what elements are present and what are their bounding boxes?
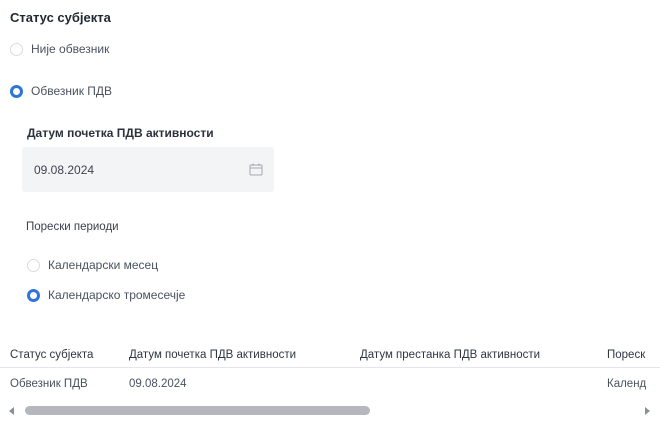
radio-calendar-month[interactable]: Календарски месец	[27, 258, 158, 272]
table-cell: Обвезник ПДВ	[10, 378, 88, 390]
column-header[interactable]: Пореск	[607, 349, 645, 361]
start-date-value: 09.08.2024	[34, 162, 95, 177]
table-cell: 09.08.2024	[129, 378, 187, 390]
radio-label: Календарски месец	[48, 258, 159, 272]
radio-circle[interactable]	[10, 42, 23, 56]
radio-circle-checked[interactable]	[10, 84, 23, 98]
column-header[interactable]: Датум почетка ПДВ активности	[129, 349, 296, 361]
section-title-subject-status: Статус субјекта	[10, 10, 111, 25]
radio-not-taxpayer[interactable]: Није обвезник	[10, 42, 109, 56]
start-date-input[interactable]: 09.08.2024	[22, 147, 274, 192]
scroll-right-icon[interactable]	[645, 407, 650, 415]
radio-calendar-quarter[interactable]: Календарско тромесечје	[27, 288, 185, 302]
horizontal-scrollbar[interactable]	[0, 404, 660, 418]
radio-label: Календарско тромесечје	[48, 288, 186, 302]
vat-status-table: Статус субјекта Датум почетка ПДВ активн…	[0, 342, 660, 400]
tax-periods-label: Порески периоди	[26, 221, 119, 233]
column-header[interactable]: Датум престанка ПДВ активности	[360, 349, 540, 361]
radio-circle-checked[interactable]	[27, 288, 40, 302]
table-cell: Календ	[607, 378, 647, 390]
start-date-label: Датум почетка ПДВ активности	[27, 126, 214, 140]
radio-label: Обвезник ПДВ	[31, 84, 113, 98]
table-header-row: Статус субјекта Датум почетка ПДВ активн…	[0, 342, 660, 368]
radio-vat-taxpayer[interactable]: Обвезник ПДВ	[10, 84, 112, 98]
scroll-left-icon[interactable]	[9, 407, 14, 415]
scrollbar-thumb[interactable]	[25, 406, 370, 415]
radio-circle[interactable]	[27, 258, 40, 272]
radio-label: Није обвезник	[31, 42, 110, 56]
calendar-icon[interactable]	[249, 163, 264, 176]
table-row[interactable]: Обвезник ПДВ 09.08.2024 Календ	[0, 368, 660, 400]
column-header[interactable]: Статус субјекта	[10, 349, 93, 361]
